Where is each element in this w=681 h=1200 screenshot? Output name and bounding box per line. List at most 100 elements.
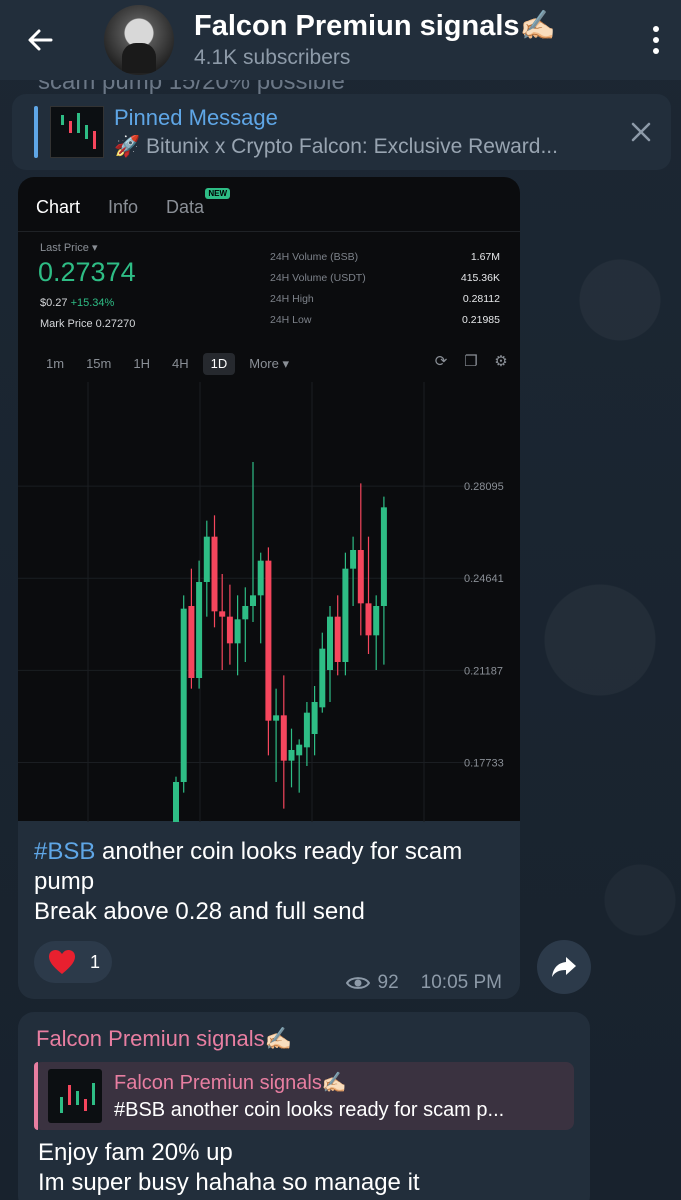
candle-body	[357, 550, 364, 604]
interval-selector: 1m 15m 1H 4H 1D More ▾	[38, 353, 297, 375]
last-price-label: Last Price ▾	[40, 242, 98, 254]
pinned-message-bar[interactable]: Pinned Message 🚀 Bitunix x Crypto Falcon…	[12, 94, 671, 170]
message-bubble[interactable]: Falcon Premiun signals✍🏻 Falcon Premiun …	[18, 1012, 590, 1200]
message-line2: Break above 0.28 and full send	[34, 898, 365, 925]
dot-icon	[653, 48, 659, 54]
candle-body	[342, 568, 349, 662]
candle-body	[327, 616, 333, 670]
message-meta: 92 10:05 PM	[345, 972, 502, 994]
heart-icon	[49, 950, 75, 974]
candle-body	[380, 507, 387, 606]
last-price-value: 0.27374	[38, 257, 136, 287]
message-time: 10:05 PM	[420, 972, 502, 993]
stat-value: 0.28112	[462, 293, 500, 305]
message-bubble[interactable]: Chart Info Data NEW Last Price ▾ 0.27374 …	[18, 177, 520, 999]
candle-body	[280, 715, 287, 761]
tab-data: Data NEW	[166, 188, 231, 218]
candle-body	[303, 712, 310, 748]
candle-body	[234, 619, 241, 644]
message-text: Enjoy fam 20% up Im super busy hahaha so…	[38, 1138, 420, 1198]
pinned-title: Pinned Message	[114, 105, 278, 130]
eye-icon	[345, 977, 370, 989]
settings-icon: ⚙	[494, 353, 508, 370]
view-count: 92	[377, 972, 399, 993]
candle-body	[180, 608, 187, 782]
candle-body	[319, 648, 326, 708]
chart-screenshot[interactable]: Chart Info Data NEW Last Price ▾ 0.27374 …	[18, 177, 520, 822]
share-button[interactable]	[537, 940, 591, 994]
candle-body	[188, 606, 195, 678]
usd-price: $0.27 +15.34%	[40, 297, 114, 309]
price-change: +15.34%	[70, 297, 115, 309]
candle-body	[273, 715, 280, 721]
candle-body	[288, 750, 295, 761]
close-icon	[631, 122, 651, 142]
new-badge: NEW	[205, 188, 231, 199]
reply-preview[interactable]: Falcon Premiun signals✍🏻 #BSB another co…	[34, 1062, 574, 1130]
interval-15m: 15m	[86, 356, 112, 371]
interval-4h: 4H	[171, 356, 189, 371]
interval-1h: 1H	[133, 356, 150, 371]
tab-data-label: Data	[166, 197, 205, 217]
candle-body	[250, 595, 256, 606]
channel-avatar[interactable]	[104, 5, 174, 75]
divider	[18, 231, 520, 232]
candle-body	[373, 606, 380, 636]
reply-indicator	[34, 1062, 38, 1130]
y-tick-label: 0.28095	[464, 481, 504, 493]
y-tick-label: 0.24641	[464, 573, 504, 585]
reply-sender: Falcon Premiun signals✍🏻	[114, 1072, 347, 1094]
stat-label: 24H High	[270, 293, 314, 305]
pinned-indicator	[34, 106, 38, 158]
interval-1d: 1D	[202, 353, 236, 375]
tab-info: Info	[108, 197, 139, 217]
stat-value: 0.21985	[462, 314, 500, 326]
candle-body	[311, 702, 318, 734]
candle-body	[226, 616, 233, 644]
more-options-button[interactable]	[631, 26, 681, 54]
y-tick-label: 0.21187	[464, 665, 503, 677]
stat-value: 415.36K	[460, 272, 500, 284]
dot-icon	[653, 26, 659, 32]
channel-info[interactable]: Falcon Premiun signals✍🏻 4.1K subscriber…	[194, 10, 631, 70]
mark-price: Mark Price 0.27270	[40, 318, 136, 330]
stat-label: 24H Volume (BSB)	[270, 251, 359, 263]
interval-more: More ▾	[249, 356, 289, 371]
message-text: #BSB another coin looks ready for scam p…	[34, 837, 514, 927]
candle-body	[203, 536, 210, 582]
reply-thumbnail	[48, 1069, 102, 1123]
candle-body	[350, 550, 357, 569]
candle-body	[219, 611, 226, 617]
arrow-left-icon	[28, 29, 53, 51]
stat-value: 1.67M	[470, 251, 500, 263]
reaction-count: 1	[90, 951, 101, 972]
chart-tools: ⟳ ❐ ⚙	[432, 353, 510, 371]
stats-table: 24H Volume (BSB) 1.67M 24H Volume (USDT) 4…	[270, 251, 500, 335]
sender-name[interactable]: Falcon Premiun signals✍🏻	[36, 1026, 292, 1052]
channel-title: Falcon Premiun signals✍🏻	[194, 10, 556, 42]
refresh-icon: ⟳	[434, 353, 448, 370]
stat-row: 24H High 0.28112	[270, 293, 500, 314]
stat-row: 24H Low 0.21985	[270, 314, 500, 335]
message-line2: Im super busy hahaha so manage it	[38, 1169, 420, 1196]
dot-icon	[653, 37, 659, 43]
interval-1m: 1m	[46, 356, 65, 371]
heart-reaction[interactable]: 1	[34, 941, 112, 983]
back-button[interactable]	[0, 0, 80, 80]
stat-label: 24H Volume (USDT)	[270, 272, 366, 284]
candle-body	[265, 560, 272, 721]
hashtag-link[interactable]: #BSB	[34, 838, 95, 865]
candle-body	[257, 560, 264, 596]
candle-body	[211, 536, 218, 612]
candlestick-chart: 0.28095 0.24641 0.21187 0.17733	[18, 382, 504, 822]
chat-header: Falcon Premiun signals✍🏻 4.1K subscriber…	[0, 0, 681, 80]
candle-body	[196, 582, 203, 678]
share-icon	[552, 957, 576, 977]
reply-text: #BSB another coin looks ready for scam p…	[114, 1099, 505, 1121]
subscriber-count: 4.1K subscribers	[194, 46, 351, 69]
chart-tabs: Chart Info Data NEW	[36, 188, 231, 218]
candle-body	[242, 606, 249, 620]
stat-row: 24H Volume (BSB) 1.67M	[270, 251, 500, 272]
tab-chart: Chart	[36, 197, 81, 217]
close-pinned-button[interactable]	[611, 122, 671, 142]
